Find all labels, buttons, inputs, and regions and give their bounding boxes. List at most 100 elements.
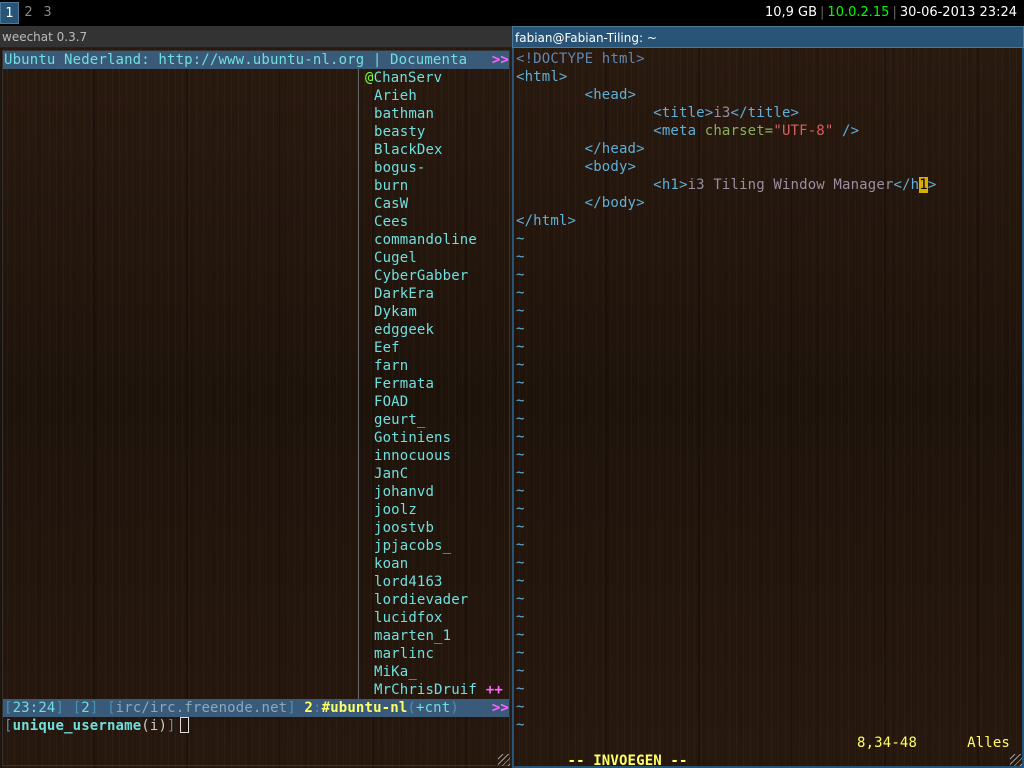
nick-name: ChanServ <box>373 70 443 86</box>
vim-cursor: 1 <box>919 177 928 193</box>
nicklist-item[interactable]: edggeek <box>359 321 509 339</box>
nicklist-item[interactable]: maarten_1 <box>359 627 509 645</box>
nicklist-item[interactable]: joolz <box>359 501 509 519</box>
h1-open-token: <h1> <box>653 177 688 193</box>
code-line[interactable]: </html> <box>516 212 1022 230</box>
resize-grip-icon[interactable] <box>498 754 510 766</box>
statusbar-server: irc/irc.freenode.net <box>115 700 288 716</box>
nicklist-item[interactable]: innocuous <box>359 447 509 465</box>
nicklist[interactable]: @ChanServ Arieh bathman beasty BlackDex bogu… <box>358 69 509 699</box>
html-close-token: </html> <box>516 213 577 229</box>
nicklist-item[interactable]: FOAD <box>359 393 509 411</box>
code-line[interactable]: </body> <box>516 194 1022 212</box>
vim-editor-buffer[interactable]: <!DOCTYPE html> <html> <head> <title>i3<… <box>516 50 1022 734</box>
h1-close-token: > <box>927 177 937 193</box>
nicklist-item[interactable]: BlackDex <box>359 141 509 159</box>
statusbar-bracket: [ <box>72 700 82 716</box>
statusbar-bracket: [ <box>4 700 13 716</box>
nicklist-item[interactable]: marlinc <box>359 645 509 663</box>
weechat-window-title[interactable]: weechat 0.3.7 <box>0 26 512 48</box>
nicklist-item[interactable]: jpjacobs_ <box>359 537 509 555</box>
html-tag-token: <html> <box>516 69 568 85</box>
nicklist-item[interactable]: Gotiniens <box>359 429 509 447</box>
vim-mode-indicator: -- INVOEGEN -- <box>567 753 688 768</box>
attr-name-token: charset= <box>704 123 774 139</box>
nicklist-item[interactable]: CyberGabber <box>359 267 509 285</box>
code-line[interactable]: <title>i3</title> <box>516 104 1022 122</box>
nicklist-item-op[interactable]: @ChanServ <box>359 69 509 87</box>
nicklist-item[interactable]: DarkEra <box>359 285 509 303</box>
statusbar-channel-number: 2 <box>304 700 314 716</box>
nicklist-item[interactable]: bogus- <box>359 159 509 177</box>
weechat-window[interactable]: weechat 0.3.7 Ubuntu Nederland: http://w… <box>0 26 512 768</box>
vim-window-title[interactable]: fabian@Fabian-Tiling: ~ <box>512 26 1024 48</box>
empty-line-marker: ~ <box>516 267 525 283</box>
nicklist-item[interactable]: Dykam <box>359 303 509 321</box>
nicklist-item[interactable]: Cugel <box>359 249 509 267</box>
chat-messages-area[interactable] <box>3 69 358 699</box>
resize-grip-icon[interactable] <box>1010 754 1022 766</box>
nicklist-item[interactable]: Fermata <box>359 375 509 393</box>
vim-window[interactable]: fabian@Fabian-Tiling: ~ <!DOCTYPE html> … <box>512 26 1024 768</box>
nicklist-item[interactable]: johanvd <box>359 483 509 501</box>
vim-status-line: -- INVOEGEN -- 8,34-48 Alles <box>516 734 1022 768</box>
ip-address-status: 10.0.2.15 <box>827 5 890 20</box>
nicklist-item[interactable]: lucidfox <box>359 609 509 627</box>
datetime-status: 30-06-2013 23:24 <box>899 5 1017 20</box>
nicklist-item[interactable]: CasW <box>359 195 509 213</box>
vim-terminal[interactable]: <!DOCTYPE html> <html> <head> <title>i3<… <box>512 48 1024 768</box>
code-line[interactable]: </head> <box>516 140 1022 158</box>
empty-line-marker: ~ <box>516 699 525 715</box>
nicklist-item[interactable]: lord4163 <box>359 573 509 591</box>
nicklist-item[interactable]: MiKa_ <box>359 663 509 681</box>
empty-line-marker: ~ <box>516 591 525 607</box>
nicklist-item[interactable]: lordievader <box>359 591 509 609</box>
nicklist-item[interactable]: farn <box>359 357 509 375</box>
workspace-button-2[interactable]: 2 <box>19 2 38 24</box>
empty-line-marker: ~ <box>516 645 525 661</box>
code-line[interactable]: <html> <box>516 68 1022 86</box>
nicklist-item[interactable]: koan <box>359 555 509 573</box>
empty-line-marker: ~ <box>516 483 525 499</box>
input-bracket: [ <box>4 718 13 734</box>
weechat-terminal[interactable]: Ubuntu Nederland: http://www.ubuntu-nl.o… <box>2 50 510 766</box>
nicklist-item[interactable]: burn <box>359 177 509 195</box>
code-line[interactable]: <!DOCTYPE html> <box>516 50 1022 68</box>
nicklist-item[interactable]: joostvb <box>359 519 509 537</box>
input-bracket: ] <box>167 718 176 734</box>
empty-line-marker: ~ <box>516 411 525 427</box>
empty-line-marker: ~ <box>516 519 525 535</box>
statusbar-more-indicator: >> <box>489 699 509 717</box>
nicklist-item[interactable]: commandoline <box>359 231 509 249</box>
topic-text: Ubuntu Nederland: http://www.ubuntu-nl.o… <box>4 52 468 68</box>
nicklist-item[interactable]: geurt_ <box>359 411 509 429</box>
workspace-button-1[interactable]: 1 <box>0 2 19 24</box>
empty-line-marker: ~ <box>516 249 525 265</box>
nicklist-item[interactable]: JanC <box>359 465 509 483</box>
nicklist-more-indicator: ++ <box>485 682 503 698</box>
code-line[interactable]: <body> <box>516 158 1022 176</box>
nicklist-item[interactable]: Arieh <box>359 87 509 105</box>
meta-close-token: /> <box>833 123 860 139</box>
nicklist-item[interactable]: beasty <box>359 123 509 141</box>
nicklist-item[interactable]: Cees <box>359 213 509 231</box>
body-tag-token: <body> <box>584 159 637 175</box>
title-text-token: i3 <box>713 105 731 121</box>
disk-free-status: 10,9 GB <box>764 5 818 20</box>
workspace-button-3[interactable]: 3 <box>38 2 57 24</box>
body-close-token: </body> <box>584 195 645 211</box>
nicklist-item[interactable]: Eef <box>359 339 509 357</box>
nicklist-item[interactable]: bathman <box>359 105 509 123</box>
text-cursor[interactable] <box>179 717 189 733</box>
weechat-input-bar[interactable]: [unique_username(i)] <box>3 717 509 735</box>
code-line[interactable]: <head> <box>516 86 1022 104</box>
code-line[interactable]: <meta charset="UTF-8" /> <box>516 122 1022 140</box>
statusbar-buffer-number: 2 <box>81 700 90 716</box>
empty-line-marker: ~ <box>516 573 525 589</box>
statusbar-separator: : <box>313 700 322 716</box>
code-line[interactable]: <h1>i3 Tiling Window Manager</h1> <box>516 176 1022 194</box>
channel-topic: Ubuntu Nederland: http://www.ubuntu-nl.o… <box>3 51 509 69</box>
empty-line-marker: ~ <box>516 555 525 571</box>
